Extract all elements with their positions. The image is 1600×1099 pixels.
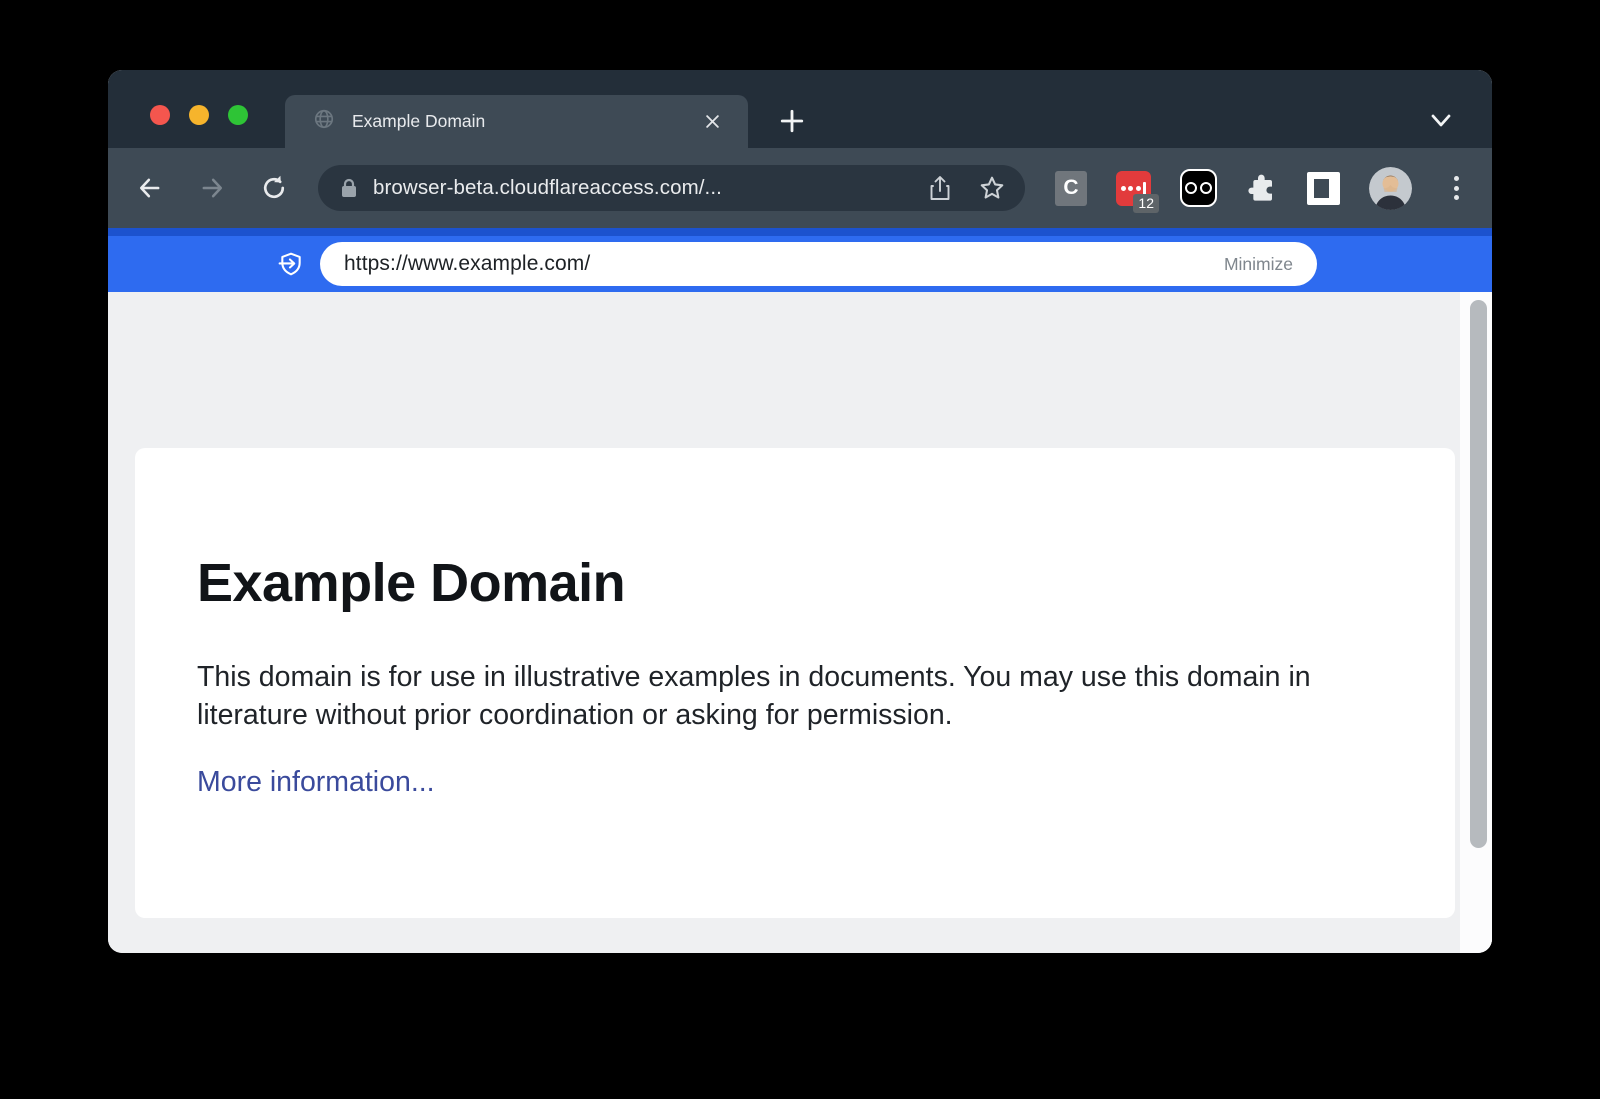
- remote-url-text[interactable]: https://www.example.com/: [344, 252, 1224, 276]
- extension-icons: C 12: [1055, 167, 1412, 210]
- profile-avatar[interactable]: [1369, 167, 1412, 210]
- shield-arrow-icon: [278, 251, 304, 277]
- dot: [1454, 186, 1459, 191]
- back-icon[interactable]: [130, 168, 170, 208]
- extension-c-icon[interactable]: C: [1055, 171, 1087, 206]
- page-viewport: Example Domain This domain is for use in…: [108, 292, 1492, 953]
- scrollbar-thumb[interactable]: [1470, 300, 1487, 848]
- browser-window: Example Domain: [108, 70, 1492, 953]
- zoom-window-button[interactable]: [228, 105, 248, 125]
- example-domain-card: Example Domain This domain is for use in…: [135, 448, 1455, 918]
- dot: [1121, 186, 1126, 191]
- close-window-button[interactable]: [150, 105, 170, 125]
- ring: [1200, 182, 1212, 194]
- dot: [1136, 186, 1141, 191]
- globe-favicon-icon: [313, 108, 335, 135]
- chevron-down-icon[interactable]: [1426, 110, 1456, 132]
- window-controls: [150, 105, 248, 125]
- scrollbar-track[interactable]: [1460, 292, 1492, 953]
- share-icon[interactable]: [929, 175, 951, 201]
- password-manager-extension-icon[interactable]: 12: [1116, 171, 1151, 206]
- browser-toolbar: browser-beta.cloudflareaccess.com/... C: [108, 148, 1492, 228]
- dot: [1454, 176, 1459, 181]
- tab-title: Example Domain: [352, 111, 698, 132]
- hole: [1314, 179, 1329, 198]
- dot: [1454, 195, 1459, 200]
- bar: [1143, 182, 1146, 195]
- forward-icon[interactable]: [192, 168, 232, 208]
- tab-strip: Example Domain: [108, 70, 1492, 148]
- new-tab-icon[interactable]: [774, 103, 810, 139]
- address-url[interactable]: browser-beta.cloudflareaccess.com/...: [373, 176, 929, 200]
- ring: [1185, 182, 1197, 194]
- tab-example-domain[interactable]: Example Domain: [285, 95, 748, 148]
- minimize-window-button[interactable]: [189, 105, 209, 125]
- bookmark-star-icon[interactable]: [979, 175, 1005, 201]
- remote-url-field[interactable]: https://www.example.com/ Minimize: [320, 242, 1317, 286]
- page-title: Example Domain: [197, 552, 1393, 614]
- more-information-link[interactable]: More information...: [197, 766, 435, 798]
- side-panel-icon[interactable]: [1307, 172, 1340, 205]
- extension-badge: 12: [1133, 194, 1159, 213]
- isolation-url-bar: https://www.example.com/ Minimize: [108, 228, 1492, 292]
- address-bar[interactable]: browser-beta.cloudflareaccess.com/...: [318, 165, 1025, 211]
- two-circles-extension-icon[interactable]: [1180, 169, 1217, 207]
- minimize-button[interactable]: Minimize: [1224, 254, 1293, 275]
- reload-icon[interactable]: [254, 168, 294, 208]
- lock-icon[interactable]: [340, 178, 358, 198]
- extensions-puzzle-icon[interactable]: [1246, 172, 1278, 204]
- tab-close-icon[interactable]: [698, 108, 726, 136]
- page-paragraph: This domain is for use in illustrative e…: [197, 658, 1347, 734]
- browser-menu-icon[interactable]: [1442, 168, 1470, 208]
- screenshot-stage: Example Domain: [0, 0, 1600, 1099]
- dot: [1128, 186, 1133, 191]
